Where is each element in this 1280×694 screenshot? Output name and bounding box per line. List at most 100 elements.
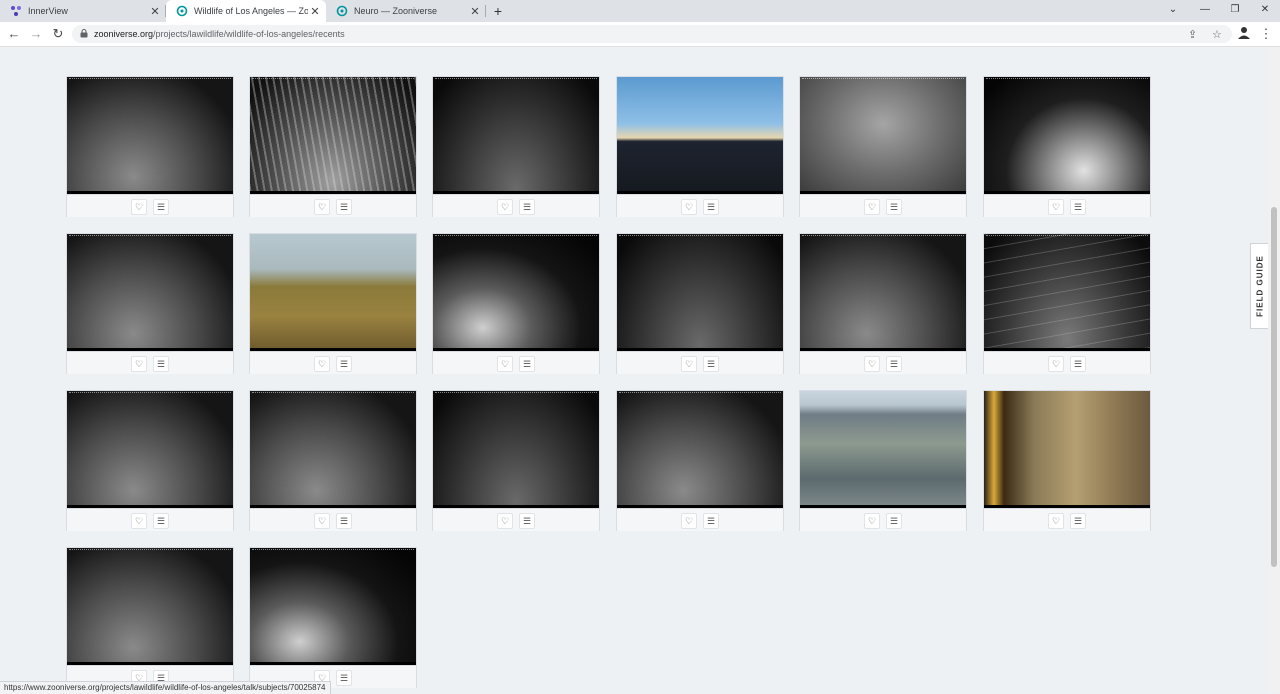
favorite-heart-icon[interactable]: ♡ (1048, 513, 1064, 529)
bookmark-star-icon[interactable]: ☆ (1212, 26, 1222, 44)
subject-card[interactable]: ♡ ☰ (249, 233, 417, 374)
close-tab-icon[interactable]: ✕ (148, 5, 162, 18)
add-to-collection-icon[interactable]: ☰ (336, 199, 352, 215)
close-window-icon[interactable]: ✕ (1256, 2, 1274, 18)
favorite-heart-icon[interactable]: ♡ (1048, 356, 1064, 372)
subject-image[interactable] (617, 391, 783, 508)
subject-image[interactable] (250, 548, 416, 665)
reload-icon[interactable]: ↻ (50, 26, 66, 42)
profile-avatar-icon[interactable] (1236, 26, 1252, 42)
subject-image[interactable] (67, 234, 233, 351)
subject-image[interactable] (800, 391, 966, 508)
subject-card[interactable]: ♡ ☰ (799, 233, 967, 374)
add-to-collection-icon[interactable]: ☰ (886, 356, 902, 372)
subject-image[interactable] (250, 77, 416, 194)
subject-card[interactable]: ♡ ☰ (432, 390, 600, 531)
add-to-collection-icon[interactable]: ☰ (519, 199, 535, 215)
subject-card[interactable]: ♡ ☰ (249, 547, 417, 688)
favorite-heart-icon[interactable]: ♡ (681, 513, 697, 529)
subject-card[interactable]: ♡ ☰ (616, 390, 784, 531)
add-to-collection-icon[interactable]: ☰ (336, 513, 352, 529)
subject-image[interactable] (250, 391, 416, 508)
field-guide-tab[interactable]: FIELD GUIDE (1250, 243, 1268, 329)
subject-image[interactable] (800, 234, 966, 351)
browser-menu-icon[interactable]: ⋮ (1258, 26, 1274, 42)
favorite-heart-icon[interactable]: ♡ (497, 356, 513, 372)
subject-image[interactable] (433, 391, 599, 508)
favorite-heart-icon[interactable]: ♡ (864, 199, 880, 215)
add-to-collection-icon[interactable]: ☰ (336, 670, 352, 686)
subject-card[interactable]: ♡ ☰ (983, 390, 1151, 531)
favorite-heart-icon[interactable]: ♡ (314, 513, 330, 529)
add-to-collection-icon[interactable]: ☰ (153, 356, 169, 372)
restore-icon[interactable]: ❐ (1226, 2, 1244, 18)
add-to-collection-icon[interactable]: ☰ (703, 356, 719, 372)
subject-actions: ♡ ☰ (67, 351, 233, 374)
tab-neuro[interactable]: Neuro — Zooniverse ✕ (326, 0, 486, 22)
add-to-collection-icon[interactable]: ☰ (1070, 513, 1086, 529)
share-icon[interactable]: ⇪ (1188, 26, 1197, 44)
minimize-icon[interactable]: — (1196, 2, 1214, 18)
add-to-collection-icon[interactable]: ☰ (1070, 199, 1086, 215)
favorite-heart-icon[interactable]: ♡ (131, 199, 147, 215)
subject-image[interactable] (984, 391, 1150, 508)
favorite-heart-icon[interactable]: ♡ (131, 356, 147, 372)
subject-image[interactable] (67, 391, 233, 508)
subject-card[interactable]: ♡ ☰ (616, 233, 784, 374)
favorite-heart-icon[interactable]: ♡ (497, 513, 513, 529)
favorite-heart-icon[interactable]: ♡ (314, 356, 330, 372)
close-tab-icon[interactable]: ✕ (308, 5, 322, 18)
tab-innerview[interactable]: InnerView ✕ (0, 0, 166, 22)
page-scrollbar[interactable] (1268, 47, 1280, 693)
add-to-collection-icon[interactable]: ☰ (519, 356, 535, 372)
address-bar[interactable]: zooniverse.org/projects/lawildlife/wildl… (72, 25, 1232, 43)
favorite-heart-icon[interactable]: ♡ (131, 513, 147, 529)
subject-card[interactable]: ♡ ☰ (799, 76, 967, 217)
favorite-heart-icon[interactable]: ♡ (864, 356, 880, 372)
favorite-heart-icon[interactable]: ♡ (497, 199, 513, 215)
subject-image[interactable] (800, 77, 966, 194)
add-to-collection-icon[interactable]: ☰ (336, 356, 352, 372)
new-tab-button[interactable]: + (490, 3, 506, 19)
subject-image[interactable] (250, 234, 416, 351)
add-to-collection-icon[interactable]: ☰ (703, 513, 719, 529)
subject-card[interactable]: ♡ ☰ (983, 233, 1151, 374)
subject-card[interactable]: ♡ ☰ (432, 233, 600, 374)
tab-search-icon[interactable]: ⌄ (1164, 2, 1182, 18)
subject-card[interactable]: ♡ ☰ (66, 233, 234, 374)
add-to-collection-icon[interactable]: ☰ (886, 513, 902, 529)
subject-image[interactable] (617, 234, 783, 351)
add-to-collection-icon[interactable]: ☰ (519, 513, 535, 529)
subject-card[interactable]: ♡ ☰ (66, 76, 234, 217)
subject-card[interactable]: ♡ ☰ (249, 76, 417, 217)
add-to-collection-icon[interactable]: ☰ (886, 199, 902, 215)
back-icon[interactable]: ← (6, 26, 22, 42)
subject-image[interactable] (984, 234, 1150, 351)
close-tab-icon[interactable]: ✕ (468, 5, 482, 18)
subject-card[interactable]: ♡ ☰ (983, 76, 1151, 217)
subject-image[interactable] (617, 77, 783, 194)
add-to-collection-icon[interactable]: ☰ (153, 513, 169, 529)
tab-wildlife-of-los-angeles[interactable]: Wildlife of Los Angeles — Zooniverse ✕ (166, 0, 326, 22)
subject-card[interactable]: ♡ ☰ (432, 76, 600, 217)
subject-image[interactable] (67, 548, 233, 665)
subject-card[interactable]: ♡ ☰ (66, 390, 234, 531)
add-to-collection-icon[interactable]: ☰ (703, 199, 719, 215)
favorite-heart-icon[interactable]: ♡ (314, 199, 330, 215)
subject-image[interactable] (984, 77, 1150, 194)
subject-card[interactable]: ♡ ☰ (66, 547, 234, 688)
subject-image[interactable] (67, 77, 233, 194)
scrollbar-thumb[interactable] (1271, 207, 1277, 567)
subject-image[interactable] (433, 234, 599, 351)
subject-card[interactable]: ♡ ☰ (616, 76, 784, 217)
favorite-heart-icon[interactable]: ♡ (681, 356, 697, 372)
favorite-heart-icon[interactable]: ♡ (681, 199, 697, 215)
subject-card[interactable]: ♡ ☰ (799, 390, 967, 531)
favorite-heart-icon[interactable]: ♡ (864, 513, 880, 529)
add-to-collection-icon[interactable]: ☰ (1070, 356, 1086, 372)
add-to-collection-icon[interactable]: ☰ (153, 199, 169, 215)
forward-icon[interactable]: → (28, 26, 44, 42)
favorite-heart-icon[interactable]: ♡ (1048, 199, 1064, 215)
subject-image[interactable] (433, 77, 599, 194)
subject-card[interactable]: ♡ ☰ (249, 390, 417, 531)
